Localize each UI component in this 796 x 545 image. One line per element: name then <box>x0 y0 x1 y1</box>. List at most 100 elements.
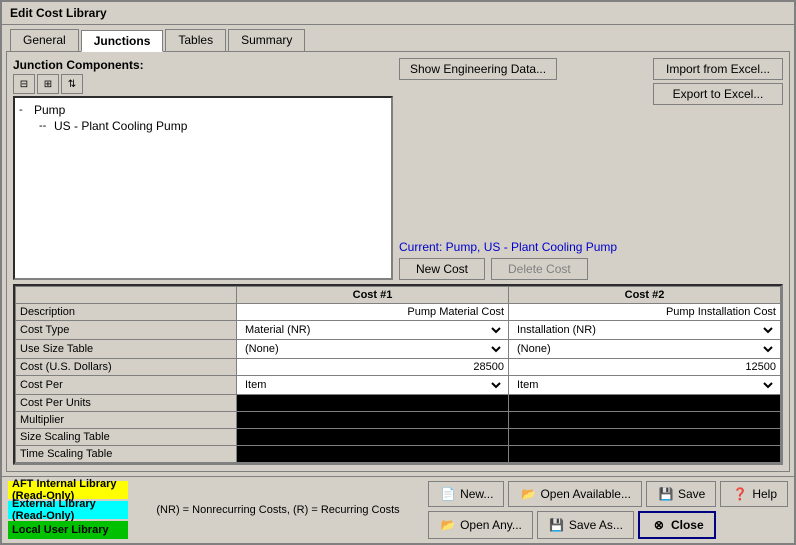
tree-child-dash: -- <box>39 120 51 132</box>
save-as-icon: 💾 <box>548 516 566 534</box>
help-btn[interactable]: ❓ Help <box>720 481 788 507</box>
title-bar: Edit Cost Library <box>2 2 794 25</box>
row-val1-costperunits <box>237 395 509 412</box>
table-row: Description Pump Material Cost Pump Inst… <box>16 304 781 321</box>
tree-expand-icon: - <box>19 104 31 116</box>
row-label-multiplier: Multiplier <box>16 412 237 429</box>
window-title: Edit Cost Library <box>10 6 107 20</box>
eng-left: Show Engineering Data... <box>399 58 647 80</box>
size-table-1-select[interactable]: (None) <box>241 342 504 356</box>
table-row: Cost Per Units <box>16 395 781 412</box>
size-table-2-select[interactable]: (None) <box>513 342 776 356</box>
save-icon: 💾 <box>657 485 675 503</box>
tree-root-label: Pump <box>34 103 65 117</box>
table-row: Cost Per Item Item <box>16 376 781 395</box>
legend-aft-internal: AFT Internal Library (Read-Only) <box>8 481 128 499</box>
tab-content: Junction Components: ⊟ ⊞ ⇅ - Pump <box>6 51 790 472</box>
save-as-btn[interactable]: 💾 Save As... <box>537 511 634 539</box>
table-row: Cost (U.S. Dollars) 28500 12500 <box>16 359 781 376</box>
open-available-icon: 📂 <box>519 485 537 503</box>
row-val1-sizescaling <box>237 429 509 446</box>
spacer <box>399 105 783 236</box>
row-val2-multiplier <box>509 412 781 429</box>
help-icon: ❓ <box>731 485 749 503</box>
row-label-costper: Cost Per <box>16 376 237 395</box>
row-label-timescaling: Time Scaling Table <box>16 446 237 463</box>
row-label-usesizetable: Use Size Table <box>16 340 237 359</box>
expand-all-btn[interactable]: ⊞ <box>37 74 59 94</box>
row-val2-cost: 12500 <box>509 359 781 376</box>
row-val1-description: Pump Material Cost <box>237 304 509 321</box>
row-val2-costper: Item <box>509 376 781 395</box>
show-engineering-btn[interactable]: Show Engineering Data... <box>399 58 557 80</box>
row-val1-multiplier <box>237 412 509 429</box>
tree-root-item[interactable]: - Pump <box>19 102 387 118</box>
row-val1-costper: Item <box>237 376 509 395</box>
row-val2-costperunits <box>509 395 781 412</box>
col-header-label <box>16 287 237 304</box>
junction-components-label: Junction Components: <box>13 58 393 72</box>
junction-header-row: Junction Components: ⊟ ⊞ ⇅ <box>13 58 393 96</box>
col-header-cost1: Cost #1 <box>237 287 509 304</box>
current-text: Current: Pump, US - Plant Cooling Pump <box>399 240 783 254</box>
import-excel-btn[interactable]: Import from Excel... <box>653 58 783 80</box>
tree-child-label: US - Plant Cooling Pump <box>54 119 187 133</box>
eng-row: Show Engineering Data... Import from Exc… <box>399 58 783 105</box>
legend-local-user: Local User Library <box>8 521 128 539</box>
footer-row-top: 📄 New... 📂 Open Available... 💾 Save ❓ He… <box>428 481 788 507</box>
cost-per-2-select[interactable]: Item <box>513 378 776 392</box>
close-btn[interactable]: ⊗ Close <box>638 511 716 539</box>
right-content: Show Engineering Data... Import from Exc… <box>399 58 783 280</box>
new-icon: 📄 <box>439 485 457 503</box>
export-excel-btn[interactable]: Export to Excel... <box>653 83 783 105</box>
table-row: Size Scaling Table <box>16 429 781 446</box>
row-val2-usesizetable: (None) <box>509 340 781 359</box>
save-btn[interactable]: 💾 Save <box>646 481 716 507</box>
row-val1-cost: 28500 <box>237 359 509 376</box>
row-val2-costtype: Installation (NR) Material (NR) <box>509 321 781 340</box>
tab-general[interactable]: General <box>10 29 79 51</box>
legend-note: (NR) = Nonrecurring Costs, (R) = Recurri… <box>134 504 422 516</box>
footer-row-bottom: 📂 Open Any... 💾 Save As... ⊗ Close <box>428 511 788 539</box>
open-available-btn[interactable]: 📂 Open Available... <box>508 481 642 507</box>
cost-per-1-select[interactable]: Item <box>241 378 504 392</box>
row-label-sizescaling: Size Scaling Table <box>16 429 237 446</box>
row-label-costtype: Cost Type <box>16 321 237 340</box>
legend-box: AFT Internal Library (Read-Only) Externa… <box>8 481 128 539</box>
tab-tables[interactable]: Tables <box>165 29 226 51</box>
tree-box: - Pump -- US - Plant Cooling Pump <box>13 96 393 280</box>
right-excel: Import from Excel... Export to Excel... <box>653 58 783 105</box>
junction-area: Junction Components: ⊟ ⊞ ⇅ - Pump <box>13 58 783 280</box>
legend-external: External Library (Read-Only) <box>8 501 128 519</box>
row-label-description: Description <box>16 304 237 321</box>
collapse-all-btn[interactable]: ⊟ <box>13 74 35 94</box>
toolbar-icons: ⊟ ⊞ ⇅ <box>13 74 393 94</box>
cost-table-area: Cost #1 Cost #2 Description Pump Materia… <box>13 284 783 465</box>
open-any-btn[interactable]: 📂 Open Any... <box>428 511 533 539</box>
row-val1-timescaling <box>237 446 509 463</box>
table-row: Time Scaling Table <box>16 446 781 463</box>
delete-cost-btn[interactable]: Delete Cost <box>491 258 588 280</box>
main-window: Edit Cost Library General Junctions Tabl… <box>0 0 796 545</box>
tab-summary[interactable]: Summary <box>228 29 305 51</box>
cost-type-2-select[interactable]: Installation (NR) Material (NR) <box>513 323 776 337</box>
footer: AFT Internal Library (Read-Only) Externa… <box>2 476 794 543</box>
action-buttons: New Cost Delete Cost <box>399 258 783 280</box>
footer-buttons: 📄 New... 📂 Open Available... 💾 Save ❓ He… <box>428 481 788 539</box>
cost-type-1-select[interactable]: Material (NR) Installation (NR) <box>241 323 504 337</box>
new-btn[interactable]: 📄 New... <box>428 481 504 507</box>
row-label-cost: Cost (U.S. Dollars) <box>16 359 237 376</box>
open-any-icon: 📂 <box>439 516 457 534</box>
tab-junctions[interactable]: Junctions <box>81 30 164 52</box>
sort-btn[interactable]: ⇅ <box>61 74 83 94</box>
tree-child-item[interactable]: -- US - Plant Cooling Pump <box>39 118 387 134</box>
row-val2-description: Pump Installation Cost <box>509 304 781 321</box>
row-val1-usesizetable: (None) <box>237 340 509 359</box>
table-row: Use Size Table (None) (None) <box>16 340 781 359</box>
new-cost-btn[interactable]: New Cost <box>399 258 485 280</box>
table-row: Multiplier <box>16 412 781 429</box>
tabs-bar: General Junctions Tables Summary <box>2 25 794 51</box>
junction-label-toolbar: Junction Components: ⊟ ⊞ ⇅ <box>13 58 393 96</box>
close-icon: ⊗ <box>650 516 668 534</box>
cost-table: Cost #1 Cost #2 Description Pump Materia… <box>15 286 781 463</box>
